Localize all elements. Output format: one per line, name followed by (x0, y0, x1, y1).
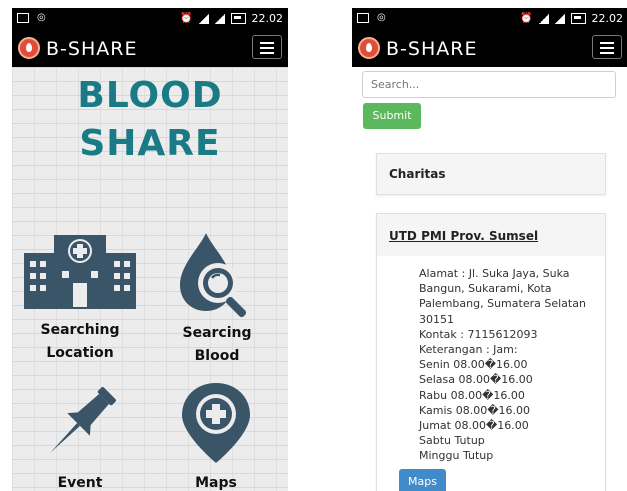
result-details: Alamat : Jl. Suka Jaya, Suka Bangun, Suk… (377, 256, 605, 464)
detail-line: Alamat : Jl. Suka Jaya, Suka (419, 267, 570, 280)
message-icon (17, 12, 29, 23)
battery-icon (570, 13, 586, 24)
submit-button[interactable]: Submit (363, 103, 421, 129)
blood-drop-logo-icon (358, 37, 380, 59)
status-bar: ◎ ⏰ 22.02 (12, 8, 288, 30)
result-title[interactable]: Charitas (377, 154, 605, 194)
search-input[interactable] (362, 71, 616, 98)
signal-icon (198, 13, 209, 24)
blood-drop-logo-icon (18, 37, 40, 59)
pushpin-icon[interactable] (40, 383, 120, 463)
map-pin-plus-icon[interactable] (180, 381, 252, 465)
signal-icon (538, 13, 549, 24)
result-panel-charitas[interactable]: Charitas (376, 153, 606, 195)
signal-icon (214, 13, 225, 24)
hospital-icon[interactable] (24, 231, 136, 309)
home-title-line1: BLOOD (77, 75, 223, 116)
search-screen: ◎ ⏰ 22.02 B-SHARE Submit Charitas UTD PM… (352, 8, 627, 491)
status-time: 22.02 (591, 12, 624, 25)
detail-line: 30151 (419, 312, 454, 326)
wifi-icon: ◎ (377, 12, 386, 23)
detail-line: Jumat 08.00�16.00 (419, 419, 529, 433)
detail-line: Palembang, Sumatera Selatan (419, 297, 586, 311)
menu-searching-blood[interactable]: Searcing Blood (172, 322, 262, 368)
result-panel-utd-pmi: UTD PMI Prov. Sumsel Alamat : Jl. Suka J… (376, 213, 606, 491)
result-title[interactable]: UTD PMI Prov. Sumsel (377, 214, 605, 256)
status-bar: ◎ ⏰ 22.02 (352, 8, 627, 30)
detail-line: Keterangan : Jam: (419, 343, 518, 357)
message-icon (357, 12, 369, 23)
navbar: B-SHARE (352, 30, 627, 67)
brand-title[interactable]: B-SHARE (46, 38, 137, 60)
menu-maps[interactable]: Maps (186, 472, 246, 491)
menu-toggle-button[interactable] (252, 35, 282, 59)
signal-icon (554, 13, 565, 24)
battery-icon (230, 13, 246, 24)
brand-title[interactable]: B-SHARE (386, 38, 477, 60)
detail-line: Bangun, Sukarami, Kota (419, 282, 552, 296)
detail-line: Sabtu Tutup (419, 434, 485, 448)
home-title-line2: SHARE (79, 123, 221, 164)
maps-button[interactable]: Maps (399, 468, 446, 491)
status-time: 22.02 (251, 12, 284, 25)
menu-event[interactable]: Event (50, 472, 110, 491)
home-screen: ◎ ⏰ 22.02 B-SHARE BLOOD SHARE Searching … (12, 8, 288, 491)
search-content: Submit Charitas UTD PMI Prov. Sumsel Ala… (352, 67, 627, 491)
alarm-icon: ⏰ (180, 13, 193, 24)
detail-line: Kamis 08.00�16.00 (419, 403, 531, 417)
menu-searching-location[interactable]: Searching Location (24, 319, 136, 365)
menu-toggle-button[interactable] (592, 35, 622, 59)
wifi-icon: ◎ (37, 12, 46, 23)
detail-line: Kontak : 7115612093 (419, 327, 538, 341)
home-content: BLOOD SHARE Searching Location Searcing … (12, 67, 288, 491)
alarm-icon: ⏰ (520, 13, 533, 24)
navbar: B-SHARE (12, 30, 288, 67)
blood-search-icon[interactable] (176, 231, 256, 321)
detail-line: Minggu Tutup (419, 449, 494, 463)
detail-line: Rabu 08.00�16.00 (419, 388, 525, 402)
detail-line: Senin 08.00�16.00 (419, 358, 528, 372)
detail-line: Selasa 08.00�16.00 (419, 373, 533, 387)
